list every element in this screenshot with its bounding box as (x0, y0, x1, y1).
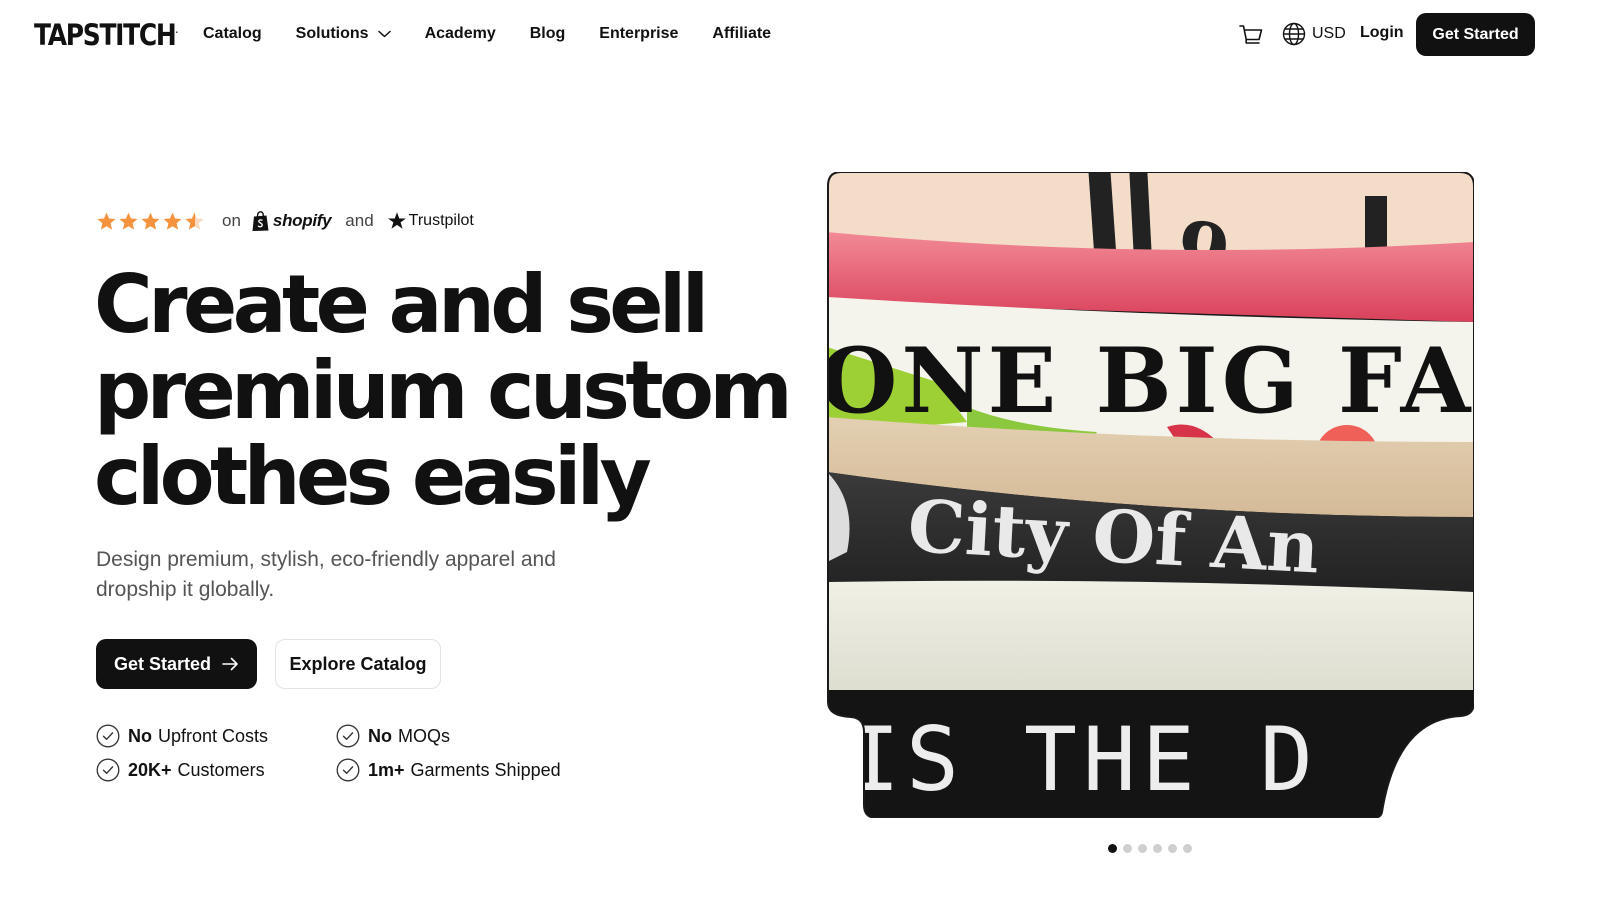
main-menu: Catalog Solutions Academy Blog Enterpris… (203, 23, 805, 45)
rating-on-text: on (222, 211, 241, 230)
get-started-label: Get Started (113, 653, 212, 674)
nav-solutions-link[interactable]: Solutions (296, 23, 391, 45)
login-link[interactable]: Login (1360, 24, 1404, 42)
rating-and-text: and (345, 211, 374, 230)
get-started-button[interactable]: Get Started (96, 639, 257, 689)
header-get-started-button[interactable]: Get Started (1416, 13, 1535, 56)
carousel-dot[interactable] (1138, 844, 1147, 853)
rating-strip: on shopify and Trustpilot (96, 208, 474, 234)
nav-academy-link[interactable]: Academy (425, 23, 496, 45)
explore-catalog-button[interactable]: Explore Catalog (275, 639, 441, 689)
check-circle-icon (336, 724, 360, 748)
feature-no-upfront-costs: No Upfront Costs (96, 723, 268, 749)
headline-line-1: Create and sell (94, 258, 709, 351)
trustpilot-wordmark: Trustpilot (408, 212, 474, 229)
tapstitch-logo[interactable]: TAPSTITCH. (34, 18, 178, 52)
cart-icon[interactable] (1238, 22, 1264, 48)
shopify-wordmark: shopify (272, 211, 332, 230)
feature-text: MOQs (398, 725, 450, 746)
star-icon (141, 212, 160, 230)
check-circle-icon (96, 758, 120, 782)
carousel-dot[interactable] (1168, 844, 1177, 853)
carousel-dot[interactable] (1153, 844, 1162, 853)
nav-solutions-label: Solutions (295, 25, 369, 42)
feature-text: Customers (177, 759, 265, 780)
feature-text: Upfront Costs (158, 725, 269, 746)
feature-text: Garments Shipped (410, 759, 561, 780)
shopify-bag-icon (252, 210, 269, 231)
headline-line-3: clothes easily (94, 430, 652, 523)
globe-icon (1282, 22, 1306, 46)
hero-headline: Create and sell premium custom clothes e… (94, 262, 794, 520)
feature-bold: No (368, 725, 392, 746)
check-circle-icon (336, 758, 360, 782)
star-rating (96, 211, 206, 232)
feature-no-moqs: No MOQs (336, 723, 450, 749)
top-navigation: TAPSTITCH. Catalog Solutions Academy Blo… (0, 0, 1600, 70)
carousel-dot[interactable] (1108, 844, 1117, 853)
brand-mark: . (175, 26, 179, 35)
shirt-print-is-the: IS THE D (847, 708, 1319, 811)
headline-line-2: premium custom (94, 344, 793, 437)
star-icon (163, 212, 182, 230)
chevron-down-icon (377, 30, 391, 38)
feature-bold: 1m+ (368, 759, 405, 780)
feature-bold: No (128, 725, 152, 746)
trustpilot-star-icon (387, 212, 406, 229)
hero-subheading: Design premium, stylish, eco-friendly ap… (96, 548, 556, 601)
star-icon (119, 212, 138, 230)
feature-customers: 20K+ Customers (96, 757, 265, 783)
nav-affiliate-link[interactable]: Affiliate (712, 23, 771, 45)
shirt-print-one-big: ONE BIG FA (827, 328, 1474, 434)
half-star-icon (185, 212, 204, 230)
check-circle-icon (96, 724, 120, 748)
hero-image-folded-shirts: 9 ONE BIG FA City Of An IS THE D (827, 172, 1474, 818)
nav-catalog-link[interactable]: Catalog (203, 23, 262, 45)
carousel-dot[interactable] (1183, 844, 1192, 853)
brand-name: TAPSTITCH (34, 18, 177, 52)
feature-garments-shipped: 1m+ Garments Shipped (336, 757, 561, 783)
shopify-logo: shopify (251, 210, 332, 232)
star-icon (97, 212, 116, 230)
nav-enterprise-link[interactable]: Enterprise (599, 23, 678, 45)
carousel-dots (1108, 844, 1198, 853)
arrow-right-icon (222, 657, 238, 671)
feature-bold: 20K+ (128, 759, 172, 780)
currency-selector[interactable]: USD (1282, 22, 1346, 46)
carousel-dot[interactable] (1123, 844, 1132, 853)
trustpilot-logo: Trustpilot (387, 211, 474, 231)
currency-label: USD (1312, 25, 1346, 42)
nav-blog-link[interactable]: Blog (530, 23, 566, 45)
